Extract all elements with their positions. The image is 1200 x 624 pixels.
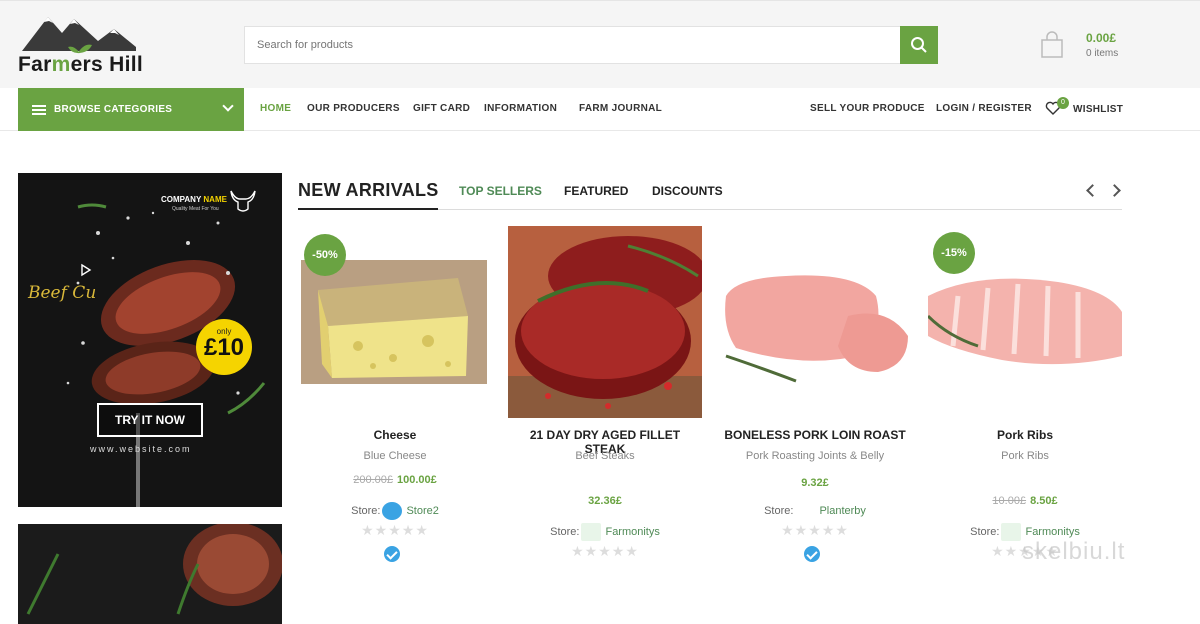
search-input[interactable] [245,27,900,63]
browse-categories-label: BROWSE CATEGORIES [54,104,173,115]
current-price: 8.50£ [1030,495,1058,507]
nav-home[interactable]: HOME [260,103,291,114]
nav-our-producers[interactable]: OUR PRODUCERS [307,103,400,114]
rating-stars: ★★★★★ [781,522,849,538]
chevron-right-icon[interactable] [1108,184,1121,197]
store-logo [1001,523,1022,541]
current-price: 32.36£ [588,495,622,507]
search-icon [911,37,927,53]
product-tabs: NEW ARRIVALS TOP SELLERS FEATURED DISCOU… [298,178,1122,210]
product-name[interactable]: Pork Ribs [928,428,1122,442]
logo-text: Farmers Hill [18,53,144,76]
watermark: skelbiu.lt [1022,538,1126,565]
store-link[interactable]: Farmonitys [1025,526,1079,538]
banner-company: COMPANY NAME [161,195,227,204]
product-category[interactable]: Blue Cheese [298,450,492,462]
product-card[interactable]: -50% Cheese Blue Cheese 200.00£ 100.00£ S… [298,226,492,576]
current-price: 100.00£ [397,474,437,486]
mountain-logo-icon [22,17,136,54]
product-store: Store: Farmonitys [508,523,702,541]
product-image[interactable] [508,226,702,418]
current-price: 9.32£ [801,477,829,489]
discount-badge: -50% [304,234,346,276]
browse-categories-button[interactable]: BROWSE CATEGORIES [18,88,244,131]
old-price: 10.00£ [992,495,1027,507]
rating-stars: ★★★★★ [361,522,429,538]
product-price: 200.00£ 100.00£ [298,474,492,486]
try-it-now-button[interactable]: TRY IT NOW [97,403,203,437]
tab-featured[interactable]: FEATURED [564,184,628,198]
chevron-left-icon[interactable] [1086,184,1099,197]
banner-price-circle: only £10 [196,319,252,375]
site-logo[interactable]: Farmers Hill [18,9,148,81]
product-price: 32.36£ [508,495,702,507]
banner-price: £10 [203,334,245,361]
product-card[interactable]: -15% Pork Ribs Pork Ribs 10.00£ 8.50£ Sto… [928,226,1122,576]
store-link[interactable]: Farmonitys [605,526,659,538]
product-name[interactable]: BONELESS PORK LOIN ROAST [718,428,912,442]
store-logo [382,502,403,520]
promo-banner-secondary[interactable] [18,524,282,624]
steak-promo-image-secondary [18,524,282,624]
menu-icon [32,104,46,115]
verified-icon [384,546,400,562]
store-logo [795,502,816,520]
banner-script-title: Beef Cu [28,283,97,303]
discount-badge: -15% [933,232,975,274]
product-card[interactable]: 21 DAY DRY AGED FILLET STEAK Beef Steaks… [508,226,702,576]
product-category[interactable]: Pork Ribs [928,450,1122,462]
product-store: Store: Store2 [298,502,492,520]
product-category[interactable]: Pork Roasting Joints & Belly [718,450,912,462]
chevron-down-icon [222,100,234,112]
cart-item-count: 0 items [1086,48,1119,59]
product-store: Store: Planterby [718,502,912,520]
nav-wishlist[interactable]: WISHLIST [1073,104,1123,115]
nav-information[interactable]: INFORMATION [484,103,557,114]
store-link[interactable]: Planterby [819,505,865,517]
steak-image [508,226,702,418]
tab-new-arrivals[interactable]: NEW ARRIVALS [298,180,439,201]
tab-top-sellers[interactable]: TOP SELLERS [459,184,542,198]
banner-website: www.website.com [90,444,192,454]
banner-tagline: Quality Meat For You [172,206,219,212]
search-button[interactable] [900,26,938,64]
store-link[interactable]: Store2 [406,505,438,517]
promo-banner[interactable]: COMPANY NAME Quality Meat For You Beef C… [18,173,282,507]
product-price: 10.00£ 8.50£ [928,495,1122,507]
nav-login-register[interactable]: LOGIN / REGISTER [936,103,1032,114]
product-image[interactable] [718,226,912,418]
cart-icon[interactable] [1040,31,1064,59]
store-logo [581,523,602,541]
product-price: 9.32£ [718,477,912,489]
wishlist-count-badge: 0 [1057,97,1069,109]
search-bar [244,26,938,64]
cart-amount[interactable]: 0.00£ [1086,31,1116,45]
pork-loin-image [718,226,912,418]
product-name[interactable]: Cheese [298,428,492,442]
nav-sell-your-produce[interactable]: SELL YOUR PRODUCE [810,103,925,114]
rating-stars: ★★★★★ [571,543,639,559]
active-tab-underline [298,208,438,210]
old-price: 200.00£ [353,474,393,486]
nav-gift-card[interactable]: GIFT CARD [413,103,470,114]
top-header: Farmers Hill 0.00£ 0 items [0,0,1200,88]
product-category[interactable]: Beef Steaks [508,450,702,462]
tab-discounts[interactable]: DISCOUNTS [652,184,723,198]
product-card[interactable]: BONELESS PORK LOIN ROAST Pork Roasting J… [718,226,912,576]
verified-icon [804,546,820,562]
bull-icon [230,190,256,212]
nav-farm-journal[interactable]: FARM JOURNAL [579,103,662,114]
main-navigation: BROWSE CATEGORIES HOME OUR PRODUCERS GIF… [0,88,1200,131]
